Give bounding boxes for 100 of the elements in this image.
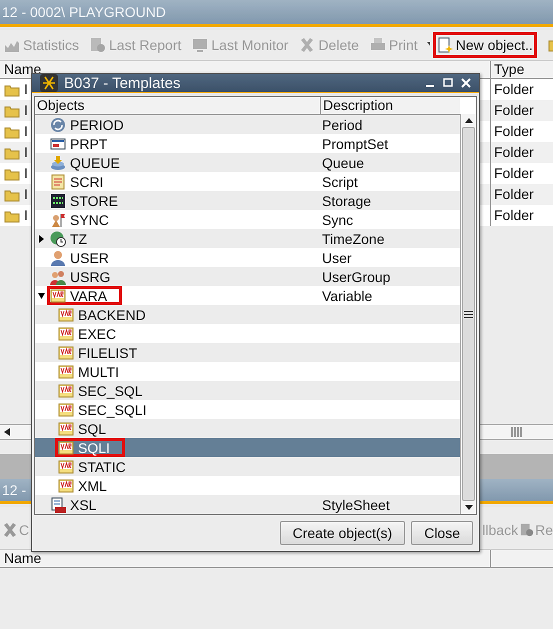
table-cell-text: I (24, 122, 28, 141)
object-description: PromptSet (322, 136, 388, 152)
object-description: Script (322, 174, 358, 190)
table-cell-text: Folder (493, 164, 535, 183)
collapsed-triangle-icon[interactable] (38, 234, 44, 242)
folder-icon (4, 82, 20, 96)
dropdown-caret-icon[interactable] (426, 42, 430, 48)
folder-icon (4, 208, 20, 222)
object-name: PRPT (70, 136, 108, 152)
object-name: SQLI (78, 440, 110, 456)
scroll-grip-icon[interactable] (511, 427, 523, 437)
expanded-triangle-icon[interactable] (38, 292, 44, 298)
table-cell-text: Folder (493, 80, 535, 99)
variable-icon (58, 458, 74, 474)
tree-row[interactable]: BACKEND (35, 305, 460, 324)
object-description: Storage (322, 192, 372, 208)
variable-icon (58, 364, 74, 380)
folder-icon (4, 166, 20, 180)
object-description: Queue (322, 154, 364, 170)
user-icon (50, 250, 66, 266)
dialog-button[interactable]: Close (411, 521, 473, 545)
maximize-icon[interactable] (443, 78, 453, 88)
tree-row[interactable]: STATIC (35, 457, 460, 476)
object-description: Variable (322, 288, 372, 304)
column-header[interactable]: Type (491, 61, 553, 78)
object-name: SEC_SQLI (78, 402, 146, 418)
object-name: SCRI (70, 174, 104, 190)
object-name: PERIOD (70, 116, 124, 132)
table-cell-text: I (24, 206, 28, 225)
variable-icon (50, 288, 66, 304)
folder-icon (4, 146, 20, 160)
object-name: XML (78, 478, 107, 494)
report-icon (90, 37, 106, 53)
tree-row[interactable]: XSL StyleSheet (35, 495, 460, 514)
object-name: SYNC (70, 212, 109, 228)
tree-row[interactable]: USRG UserGroup (35, 267, 460, 286)
table-cell-text: Folder (493, 122, 535, 141)
table-cell-text: Folder (493, 143, 535, 162)
table-cell-text: I (24, 143, 28, 162)
column-header[interactable]: Objects (35, 97, 321, 114)
variable-icon (58, 382, 74, 398)
table-cell-text: I (24, 80, 28, 99)
object-description: User (322, 250, 352, 266)
period-icon (50, 116, 66, 132)
object-name: STORE (70, 192, 118, 208)
folder-icon (4, 124, 20, 138)
object-description: Sync (322, 212, 354, 228)
tree-row[interactable]: QUEUE Queue (35, 153, 460, 172)
column-header[interactable]: Description (321, 97, 394, 114)
variable-icon (58, 344, 74, 360)
variable-icon (58, 478, 74, 494)
timezone-icon (50, 230, 66, 246)
delete-icon (299, 37, 316, 53)
variable-icon (58, 306, 74, 322)
stylesheet-icon (50, 496, 66, 512)
object-name: STATIC (78, 458, 126, 474)
object-description: UserGroup (322, 268, 390, 284)
variable-icon (58, 420, 74, 436)
variable-icon (58, 440, 74, 456)
tree-row[interactable]: STORE Storage (35, 191, 460, 210)
script-icon (50, 174, 66, 190)
store-icon (50, 192, 66, 208)
monitor-icon (192, 37, 208, 53)
object-name: USRG (70, 268, 110, 284)
tree-row[interactable]: SQL (35, 419, 460, 438)
table-cell-text: I (24, 101, 28, 120)
object-name: SEC_SQL (78, 382, 143, 398)
variable-icon (58, 326, 74, 342)
variable-icon (58, 402, 74, 418)
object-name: MULTI (78, 364, 119, 380)
object-name: TZ (70, 230, 88, 246)
close-icon[interactable] (461, 78, 471, 88)
tree-row[interactable]: FILELIST (35, 343, 460, 362)
tree-row[interactable]: PERIOD Period (35, 115, 460, 134)
sync-icon (50, 212, 66, 228)
object-name: SQL (78, 420, 106, 436)
report-icon (520, 522, 534, 538)
tree-row[interactable]: SEC_SQL (35, 381, 460, 400)
queue-icon (50, 154, 66, 170)
object-name: FILELIST (78, 344, 138, 360)
tree-row[interactable]: SQLI (35, 438, 460, 457)
usergroup-icon (50, 268, 66, 284)
table-cell-text: I (24, 164, 28, 183)
scroll-down-arrow-icon[interactable] (464, 505, 472, 510)
scroll-up-arrow-icon[interactable] (464, 118, 472, 123)
scroll-grip-icon[interactable] (464, 310, 473, 318)
tree-row[interactable]: TZ TimeZone (35, 229, 460, 248)
table-cell-text: Folder (493, 206, 535, 225)
vertical-scrollbar[interactable] (460, 114, 476, 514)
delete-icon (2, 522, 18, 538)
printer-icon (370, 37, 386, 53)
object-name: USER (70, 250, 109, 266)
scroll-left-arrow-icon[interactable] (4, 428, 10, 436)
folder-icon[interactable] (548, 38, 553, 52)
object-name: QUEUE (70, 154, 120, 170)
table-cell-text: Folder (493, 185, 535, 204)
folder-icon (4, 104, 20, 118)
dialog-button[interactable]: Create object(s) (280, 521, 406, 545)
folder-icon (4, 188, 20, 202)
toolbar-button[interactable]: New object.. (432, 32, 537, 58)
